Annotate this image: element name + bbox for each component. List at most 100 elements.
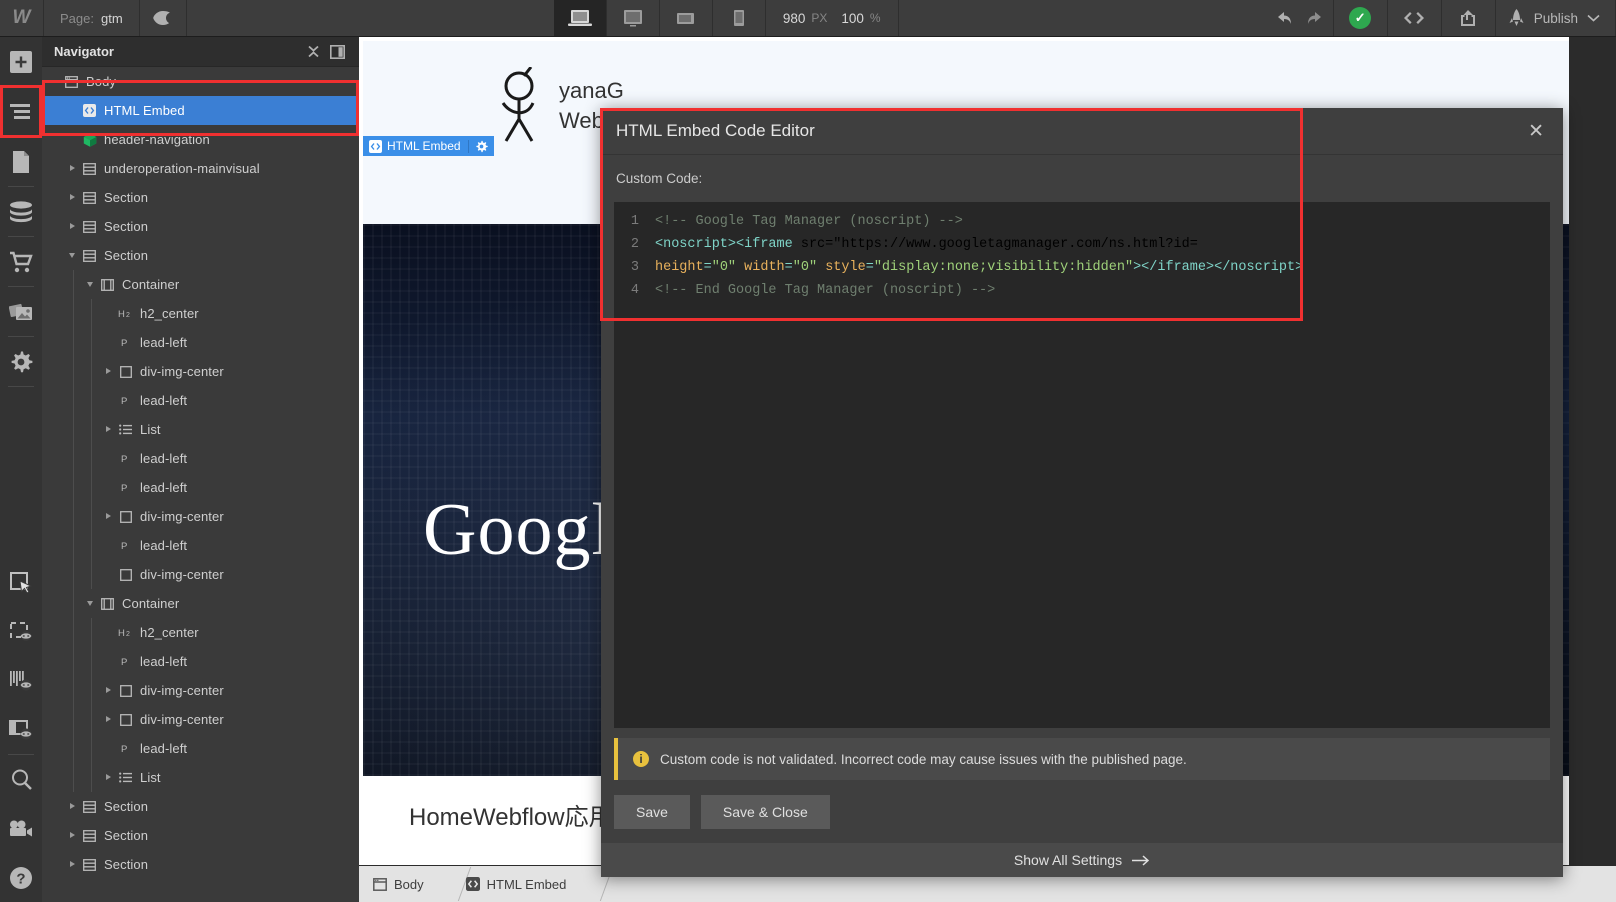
breadcrumb-item-body[interactable]: Body bbox=[359, 866, 438, 902]
navigator-tree[interactable]: Body HTML Embed header-navigation underoper… bbox=[42, 67, 359, 879]
navigator-tree-row[interactable]: Body bbox=[42, 67, 359, 96]
chevron-right-icon[interactable] bbox=[68, 801, 79, 812]
device-tablet-landscape-button[interactable] bbox=[607, 0, 660, 36]
navigator-tree-row[interactable]: div-img-center bbox=[42, 502, 359, 531]
panel-toggle-icon[interactable] bbox=[325, 44, 349, 59]
navigator-tree-label: Section bbox=[104, 828, 149, 843]
navigator-tree-row[interactable]: Section bbox=[42, 792, 359, 821]
svg-text:P: P bbox=[121, 483, 127, 493]
chevron-right-icon[interactable] bbox=[68, 221, 79, 232]
chevron-down-icon[interactable] bbox=[68, 250, 79, 261]
cursor-select-icon bbox=[9, 571, 33, 595]
navigator-tree-row[interactable]: HTML Embed bbox=[42, 96, 359, 125]
chevron-right-icon[interactable] bbox=[68, 859, 79, 870]
redo-arrow-icon[interactable] bbox=[1303, 10, 1323, 26]
collapse-all-icon[interactable] bbox=[301, 45, 325, 58]
preview-toggle-button[interactable] bbox=[140, 0, 187, 36]
viewport-width-value[interactable]: 980 bbox=[783, 11, 806, 26]
chevron-down-icon[interactable] bbox=[86, 279, 97, 290]
list-icon bbox=[117, 772, 134, 783]
svg-text:H: H bbox=[118, 309, 125, 319]
chevron-right-icon[interactable] bbox=[104, 685, 115, 696]
publish-button[interactable]: Publish bbox=[1496, 0, 1616, 36]
navigator-tree-row[interactable]: div-img-center bbox=[42, 705, 359, 734]
show-all-settings-button[interactable]: Show All Settings bbox=[601, 843, 1563, 877]
code-editor-textarea[interactable]: 1 <!-- Google Tag Manager (noscript) --> 2… bbox=[614, 202, 1550, 728]
save-button[interactable]: Save bbox=[614, 795, 690, 829]
navigator-tree-row[interactable]: div-img-center bbox=[42, 560, 359, 589]
chevron-down-icon[interactable] bbox=[86, 598, 97, 609]
chevron-right-icon[interactable] bbox=[104, 424, 115, 435]
html-embed-code-editor-modal[interactable]: HTML Embed Code Editor ✕ Custom Code: 1 <… bbox=[601, 108, 1563, 877]
gear-icon bbox=[9, 350, 33, 374]
breadcrumb-item-html-embed[interactable]: HTML Embed bbox=[452, 866, 581, 902]
chevron-right-icon[interactable] bbox=[104, 511, 115, 522]
rail-cms-button[interactable] bbox=[0, 187, 42, 236]
chevron-right-icon[interactable] bbox=[68, 192, 79, 203]
save-status-button[interactable]: ✓ bbox=[1334, 0, 1388, 36]
share-button[interactable] bbox=[1442, 0, 1496, 36]
navigator-tree-row[interactable]: Plead-left bbox=[42, 328, 359, 357]
rail-ecommerce-button[interactable] bbox=[0, 237, 42, 286]
navigator-tree-row[interactable]: Section bbox=[42, 821, 359, 850]
undo-redo-group[interactable] bbox=[1266, 0, 1334, 36]
close-x-icon[interactable]: ✕ bbox=[1523, 120, 1549, 143]
rail-settings-button[interactable] bbox=[0, 337, 42, 386]
rail-style-manager-button[interactable] bbox=[0, 607, 42, 656]
navigator-tree-row[interactable]: Plead-left bbox=[42, 531, 359, 560]
zoom-value[interactable]: 100 bbox=[841, 11, 864, 26]
rail-audit-button[interactable] bbox=[0, 705, 42, 754]
chevron-right-icon[interactable] bbox=[104, 714, 115, 725]
navigator-tree-row[interactable]: H 2 h2_center bbox=[42, 299, 359, 328]
save-and-close-button[interactable]: Save & Close bbox=[700, 795, 830, 829]
chevron-right-icon[interactable] bbox=[68, 163, 79, 174]
page-selector[interactable]: Page: gtm bbox=[44, 0, 140, 36]
navigator-tree-row[interactable]: Plead-left bbox=[42, 473, 359, 502]
device-desktop-button[interactable] bbox=[553, 0, 607, 36]
navigator-tree-row[interactable]: List bbox=[42, 763, 359, 792]
rail-help-button[interactable]: ? bbox=[0, 853, 42, 902]
navigator-tree-row[interactable]: header-navigation bbox=[42, 125, 359, 154]
chevron-right-icon[interactable] bbox=[104, 772, 115, 783]
div-icon bbox=[117, 713, 134, 726]
rail-navigator-button[interactable] bbox=[0, 87, 42, 136]
div-icon bbox=[117, 684, 134, 697]
rail-interactions-button[interactable] bbox=[0, 656, 42, 705]
navigator-tree-row[interactable]: H 2 h2_center bbox=[42, 618, 359, 647]
navigator-tree-label: Section bbox=[104, 857, 149, 872]
navigator-tree-row[interactable]: Plead-left bbox=[42, 734, 359, 763]
question-circle-icon: ? bbox=[9, 866, 33, 890]
viewport-zoom-controls[interactable]: 980 PX 100 % bbox=[766, 0, 899, 36]
navigator-tree-row[interactable]: Container bbox=[42, 589, 359, 618]
shopping-cart-icon bbox=[9, 251, 33, 273]
tree-arrow-placeholder bbox=[104, 337, 115, 348]
navigator-tree-row[interactable]: Plead-left bbox=[42, 444, 359, 473]
device-mobile-button[interactable] bbox=[713, 0, 766, 36]
code-export-button[interactable] bbox=[1388, 0, 1442, 36]
navigator-tree-row[interactable]: Section bbox=[42, 241, 359, 270]
rail-video-tutorials-button[interactable] bbox=[0, 804, 42, 853]
webflow-logo[interactable]: W bbox=[0, 0, 44, 36]
rail-add-elements-button[interactable] bbox=[0, 37, 42, 86]
rail-pages-button[interactable] bbox=[0, 137, 42, 186]
navigator-tree-row[interactable]: Section bbox=[42, 212, 359, 241]
navigator-tree-row[interactable]: List bbox=[42, 415, 359, 444]
navigator-tree-row[interactable]: div-img-center bbox=[42, 676, 359, 705]
undo-arrow-icon[interactable] bbox=[1276, 10, 1296, 26]
element-badge-settings-button[interactable] bbox=[467, 139, 494, 153]
chevron-right-icon[interactable] bbox=[104, 366, 115, 377]
navigator-tree-row[interactable]: Plead-left bbox=[42, 647, 359, 676]
selected-element-badge[interactable]: HTML Embed bbox=[363, 136, 494, 156]
navigator-tree-row[interactable]: underoperation-mainvisual bbox=[42, 154, 359, 183]
navigator-tree-row[interactable]: Container bbox=[42, 270, 359, 299]
rail-search-button[interactable] bbox=[0, 755, 42, 804]
navigator-tree-row[interactable]: div-img-center bbox=[42, 357, 359, 386]
rail-assets-button[interactable] bbox=[0, 287, 42, 336]
navigator-tree-label: List bbox=[140, 422, 161, 437]
rail-style-selector-button[interactable] bbox=[0, 558, 42, 607]
navigator-tree-row[interactable]: Section bbox=[42, 850, 359, 879]
chevron-right-icon[interactable] bbox=[68, 830, 79, 841]
navigator-tree-row[interactable]: Plead-left bbox=[42, 386, 359, 415]
navigator-tree-row[interactable]: Section bbox=[42, 183, 359, 212]
device-tablet-button[interactable] bbox=[660, 0, 713, 36]
